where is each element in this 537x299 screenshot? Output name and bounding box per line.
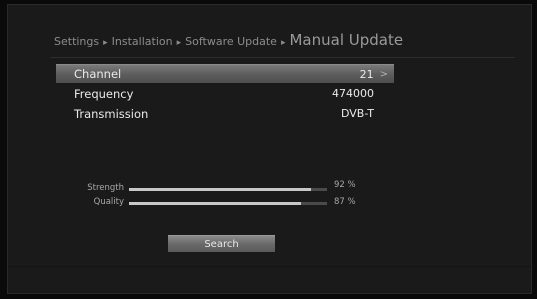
transmission-label: Transmission <box>74 106 149 121</box>
frequency-row[interactable]: Frequency 474000 <box>56 84 394 103</box>
title-divider <box>50 57 515 58</box>
channel-row[interactable]: Channel 21 > <box>56 64 394 83</box>
quality-value: 87 % <box>334 197 356 207</box>
frequency-value: 474000 <box>332 87 374 100</box>
breadcrumb-item-settings[interactable]: Settings <box>54 35 99 48</box>
transmission-value: DVB-T <box>340 107 374 120</box>
transmission-row[interactable]: Transmission DVB-T <box>56 104 394 123</box>
quality-label: Quality <box>93 197 124 207</box>
quality-meter <box>129 202 327 205</box>
breadcrumb-separator-icon: ▸ <box>176 38 182 48</box>
breadcrumb-item-installation[interactable]: Installation <box>112 35 173 48</box>
frequency-label: Frequency <box>74 86 134 101</box>
channel-label: Channel <box>74 67 122 81</box>
chevron-right-icon[interactable]: > <box>380 69 388 80</box>
strength-meter-fill <box>129 188 312 191</box>
manual-update-screen: Settings ▸ Installation ▸ Software Updat… <box>7 4 532 294</box>
strength-value: 92 % <box>334 180 356 190</box>
breadcrumb: Settings ▸ Installation ▸ Software Updat… <box>54 31 403 49</box>
channel-value: 21 <box>359 67 374 81</box>
strength-meter <box>129 188 327 191</box>
breadcrumb-separator-icon: ▸ <box>103 38 108 48</box>
footer-divider <box>8 266 531 267</box>
breadcrumb-item-software-update[interactable]: Software Update <box>185 35 277 48</box>
strength-label: Strength <box>87 183 124 193</box>
page-title: Manual Update <box>289 31 404 49</box>
search-button[interactable]: Search <box>168 235 275 252</box>
breadcrumb-separator-icon: ▸ <box>280 38 286 48</box>
quality-meter-fill <box>129 202 302 205</box>
